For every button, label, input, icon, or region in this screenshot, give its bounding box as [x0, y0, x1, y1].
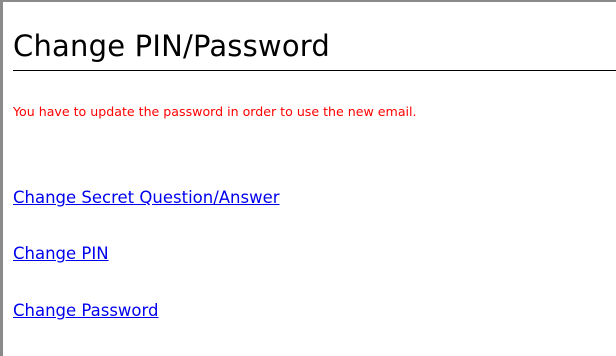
content-frame: Change PIN/Password You have to update t… [0, 0, 616, 356]
change-pin-link[interactable]: Change PIN [13, 243, 109, 265]
page-title: Change PIN/Password [13, 24, 616, 71]
change-password-link[interactable]: Change Password [13, 300, 159, 322]
change-secret-question-link[interactable]: Change Secret Question/Answer [13, 187, 280, 209]
content-area: Change PIN/Password You have to update t… [13, 24, 616, 320]
password-update-notice: You have to update the password in order… [13, 104, 417, 119]
